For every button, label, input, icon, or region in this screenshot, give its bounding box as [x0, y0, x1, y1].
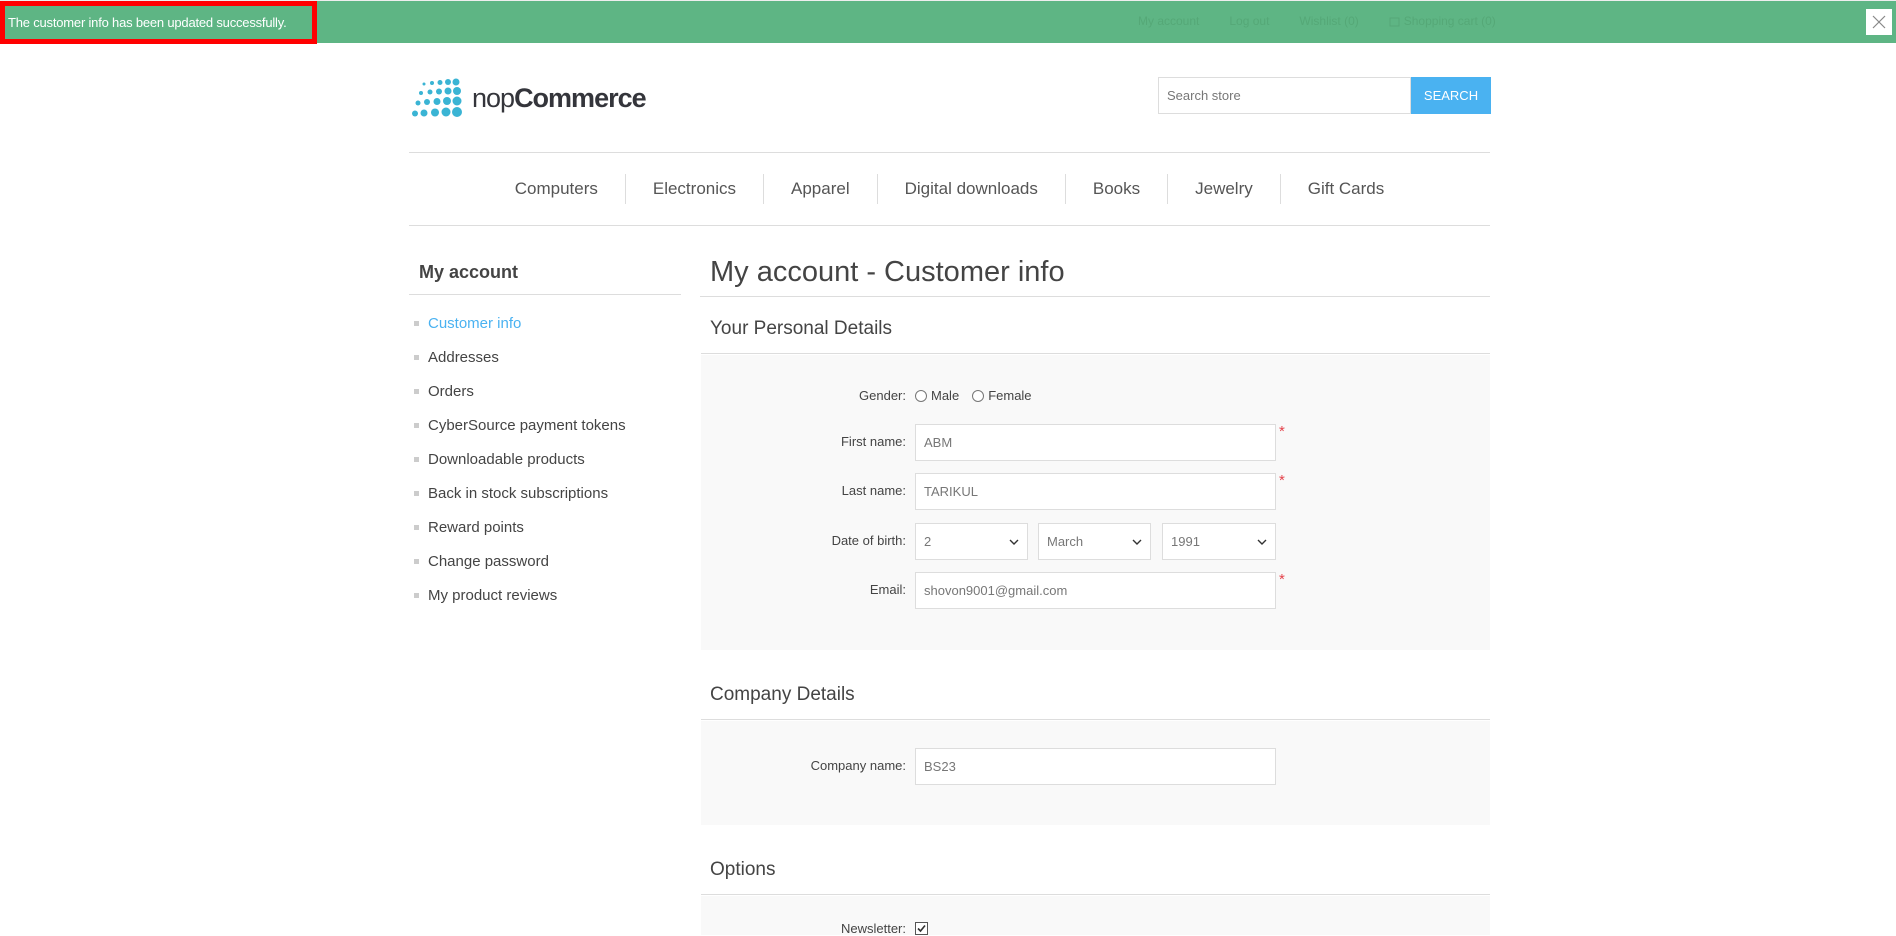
sidebar-item-orders[interactable]: Orders	[414, 374, 626, 408]
date-of-birth-label: Date of birth:	[831, 533, 906, 548]
search-box: SEARCH	[1158, 77, 1491, 114]
sidebar-item-label: Back in stock subscriptions	[428, 484, 609, 502]
menu-item-jewelry[interactable]: Jewelry	[1168, 174, 1281, 204]
first-name-input[interactable]: ABM	[915, 424, 1276, 461]
gender-options: Male Female	[915, 388, 1032, 403]
bullet-icon	[414, 320, 419, 326]
company-details-panel: Company name: BS23	[701, 721, 1490, 825]
required-mark: *	[1279, 571, 1285, 588]
sidebar-item-label: Addresses	[428, 348, 499, 366]
sidebar-item-my-product-reviews[interactable]: My product reviews	[414, 578, 626, 612]
dob-year-select[interactable]: 1991	[1162, 523, 1276, 560]
gender-male-label: Male	[931, 388, 960, 403]
radio-icon	[972, 389, 985, 402]
sidebar-item-label: Downloadable products	[428, 450, 585, 468]
email-label: Email:	[869, 582, 906, 597]
menu-item-computers[interactable]: Computers	[488, 174, 626, 204]
page-title: My account - Customer info	[700, 257, 1490, 297]
gender-label: Gender:	[859, 388, 906, 403]
sidebar-list: Customer info Addresses Orders CyberSour…	[414, 306, 626, 612]
menu-item-apparel[interactable]: Apparel	[764, 174, 878, 204]
radio-icon	[915, 389, 927, 402]
bullet-icon	[414, 558, 419, 564]
sidebar-item-downloadable-products[interactable]: Downloadable products	[414, 442, 626, 476]
sidebar-item-customer-info[interactable]: Customer info	[414, 306, 626, 340]
dob-month-select[interactable]: March	[1038, 523, 1151, 560]
logo-prefix: nop	[472, 82, 515, 113]
dob-day-select[interactable]: 2	[915, 523, 1028, 560]
required-mark: *	[1279, 423, 1285, 440]
search-button[interactable]: SEARCH	[1411, 77, 1491, 114]
sidebar-item-label: Orders	[428, 382, 474, 400]
chevron-down-icon	[1257, 539, 1267, 545]
section-title-options: Options	[701, 847, 1490, 895]
first-name-label: First name:	[840, 434, 906, 449]
bullet-icon	[414, 490, 419, 496]
header-link-log-out[interactable]: Log out	[1229, 14, 1269, 28]
bullet-icon	[414, 354, 419, 360]
personal-details-panel: Gender: Male Female First name: ABM * La…	[701, 355, 1490, 650]
gender-male-radio[interactable]: Male	[915, 388, 959, 403]
required-mark: *	[1279, 472, 1285, 489]
bullet-icon	[414, 456, 419, 462]
dob-year-value: 1991	[1171, 534, 1200, 549]
bullet-icon	[414, 524, 419, 530]
search-input[interactable]	[1158, 77, 1411, 114]
cart-icon	[1389, 17, 1400, 26]
sidebar-title: My account	[409, 258, 681, 295]
chevron-down-icon	[1132, 539, 1142, 545]
sidebar-item-back-in-stock-subscriptions[interactable]: Back in stock subscriptions	[414, 476, 626, 510]
checkmark-icon	[917, 924, 926, 933]
header-link-my-account[interactable]: My account	[1138, 14, 1199, 28]
close-icon	[1872, 15, 1886, 29]
gender-female-radio[interactable]: Female	[972, 388, 1032, 403]
logo-suffix: Commerce	[514, 82, 647, 113]
header-links: My account Log out Wishlist (0) Shopping…	[1138, 14, 1496, 28]
sidebar-item-label: Customer info	[428, 314, 522, 332]
menu-item-books[interactable]: Books	[1066, 174, 1169, 204]
notification-bar: My account Log out Wishlist (0) Shopping…	[0, 0, 1896, 44]
sidebar-item-label: My product reviews	[428, 586, 558, 604]
newsletter-label: Newsletter:	[840, 921, 906, 936]
newsletter-checkbox[interactable]	[915, 922, 928, 935]
logo-dots-icon	[412, 78, 462, 117]
notification-close-button[interactable]	[1866, 9, 1892, 35]
menu-item-digital-downloads[interactable]: Digital downloads	[878, 174, 1066, 204]
sidebar-item-addresses[interactable]: Addresses	[414, 340, 626, 374]
sidebar-item-reward-points[interactable]: Reward points	[414, 510, 626, 544]
sidebar-item-cybersource-payment-tokens[interactable]: CyberSource payment tokens	[414, 408, 626, 442]
bullet-icon	[414, 592, 419, 598]
site-logo[interactable]: nopCommerce	[412, 78, 647, 118]
last-name-input[interactable]: TARIKUL	[915, 473, 1276, 510]
header-link-shopping-cart[interactable]: Shopping cart (0)	[1389, 14, 1496, 28]
company-name-input[interactable]: BS23	[915, 748, 1276, 785]
header-link-wishlist[interactable]: Wishlist (0)	[1299, 14, 1358, 28]
sidebar-item-label: Change password	[428, 552, 549, 570]
shopping-cart-label: Shopping cart (0)	[1403, 14, 1496, 28]
chevron-down-icon	[1009, 539, 1019, 545]
notification-message: The customer info has been updated succe…	[0, 1, 317, 44]
email-input[interactable]: shovon9001@gmail.com	[915, 572, 1276, 609]
last-name-label: Last name:	[841, 483, 906, 498]
menu-item-gift-cards[interactable]: Gift Cards	[1281, 174, 1412, 204]
menu-item-electronics[interactable]: Electronics	[626, 174, 764, 204]
options-panel: Newsletter:	[701, 896, 1490, 936]
company-name-label: Company name:	[810, 758, 906, 773]
top-menu: Computers Electronics Apparel Digital do…	[409, 152, 1490, 226]
section-title-company-details: Company Details	[701, 672, 1490, 720]
bullet-icon	[414, 422, 419, 428]
gender-female-label: Female	[988, 388, 1032, 403]
logo-text: nopCommerce	[472, 82, 647, 114]
dob-day-value: 2	[924, 534, 932, 549]
sidebar-item-label: CyberSource payment tokens	[428, 416, 626, 434]
section-title-personal-details: Your Personal Details	[701, 306, 1490, 354]
bullet-icon	[414, 388, 419, 394]
sidebar-item-change-password[interactable]: Change password	[414, 544, 626, 578]
sidebar-item-label: Reward points	[428, 518, 524, 536]
dob-month-value: March	[1047, 534, 1084, 549]
